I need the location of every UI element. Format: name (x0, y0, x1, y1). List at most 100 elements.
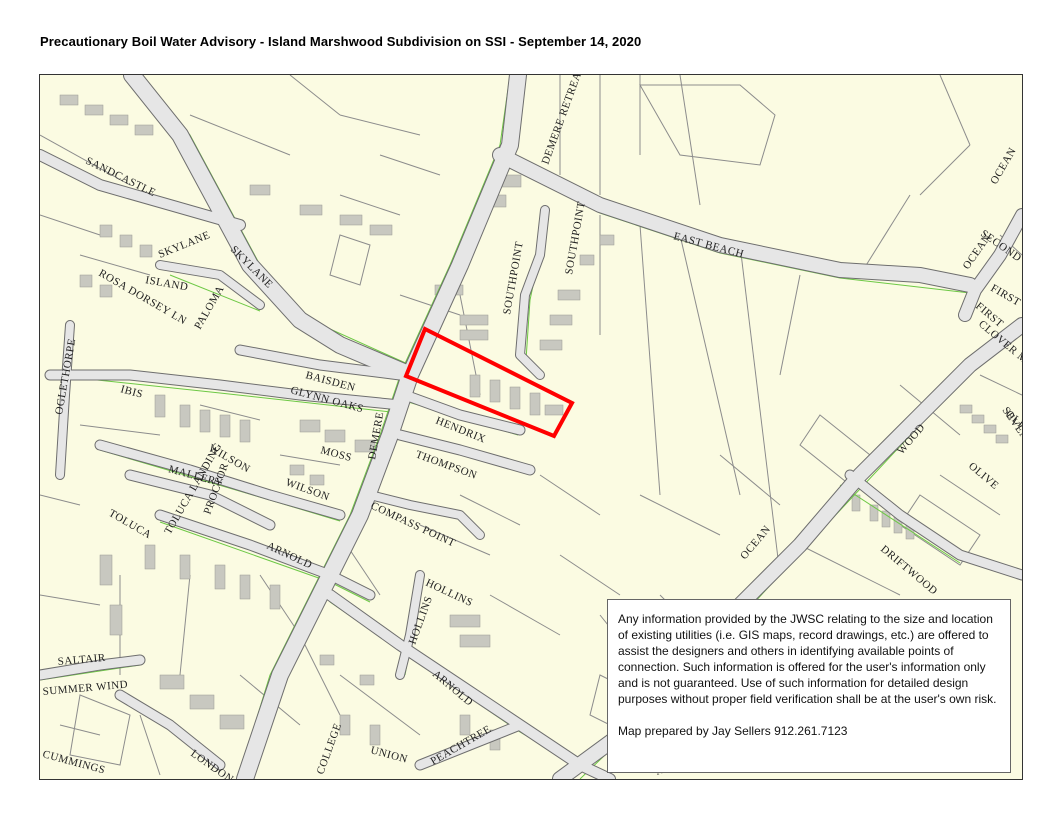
parcel (639, 84, 776, 166)
street-label: UNION (369, 744, 409, 765)
building (59, 94, 79, 106)
parcel-line (339, 114, 421, 136)
parcel-line (179, 574, 191, 676)
building (459, 634, 491, 648)
building (489, 379, 501, 403)
parcel-line (40, 494, 81, 506)
building (983, 424, 997, 434)
street-label: SEVENTH (1000, 405, 1022, 456)
parcel-line (679, 234, 741, 496)
building (299, 204, 323, 216)
building (99, 284, 113, 298)
building (109, 114, 129, 126)
parcel-line (859, 194, 911, 276)
street-label: SKYLANE (157, 229, 212, 261)
water-main (839, 484, 961, 564)
building (324, 429, 346, 443)
building (459, 314, 489, 326)
road-driftwood (845, 470, 1022, 580)
building (289, 464, 305, 476)
street-label: FIRST (989, 282, 1023, 309)
parcel-line (559, 554, 621, 596)
building (99, 554, 113, 586)
road-skylane-main (124, 75, 414, 381)
parcel-line (79, 424, 161, 436)
building (449, 614, 481, 628)
building (579, 254, 595, 266)
parcel-line (59, 724, 101, 736)
building (359, 674, 375, 686)
building (369, 724, 381, 746)
disclaimer-text: Any information provided by the JWSC rel… (618, 612, 997, 706)
building (219, 714, 245, 730)
building (144, 544, 156, 570)
street-label: MOSS (319, 444, 353, 464)
parcel-line (979, 374, 1022, 396)
building (119, 234, 133, 248)
building (539, 339, 563, 351)
parcel-line (339, 194, 401, 216)
street-label: COLLEGE (315, 722, 345, 776)
building (139, 244, 153, 258)
building (179, 404, 191, 428)
parcel-line (739, 244, 781, 576)
building (134, 124, 154, 136)
building (239, 574, 251, 600)
building (84, 104, 104, 116)
street-label: ISLAND (144, 274, 189, 293)
map-title: Precautionary Boil Water Advisory - Isla… (40, 34, 642, 49)
parcel-line (639, 224, 661, 496)
parcel-line (919, 144, 971, 196)
building (154, 394, 166, 418)
parcel-line (40, 214, 101, 236)
street-label: ROSA DORSEY LN (97, 267, 189, 327)
building (339, 214, 363, 226)
parcel-line (299, 634, 341, 716)
building (219, 414, 231, 438)
building (179, 554, 191, 580)
building (269, 584, 281, 610)
parcel-line (189, 114, 291, 156)
street-label: OCEAN (738, 523, 773, 562)
street-label: OCEAN (988, 146, 1019, 187)
street-label: IBIS (119, 383, 144, 400)
street-label: CUMMINGS (41, 748, 106, 776)
building (109, 604, 123, 636)
parcel (329, 234, 371, 286)
street-label: TOLUCA (107, 507, 154, 541)
parcel-line (539, 474, 601, 516)
building (459, 714, 471, 736)
parcel-line (939, 75, 971, 146)
parcel-line (719, 454, 781, 506)
street-label: DEMERE RETREAT (540, 75, 587, 166)
street-label: OLIVE (966, 460, 1001, 492)
building (509, 386, 521, 410)
parcel-line (289, 75, 341, 116)
building (99, 224, 113, 238)
building (599, 234, 615, 246)
building (995, 434, 1009, 444)
building (199, 409, 211, 433)
building (239, 419, 251, 443)
building (469, 374, 481, 398)
parcel-line (639, 494, 721, 536)
building (309, 474, 325, 486)
parcel-line (779, 274, 801, 376)
building (557, 289, 581, 301)
building (549, 314, 573, 326)
building (299, 419, 321, 433)
disclaimer-box: Any information provided by the JWSC rel… (607, 599, 1011, 773)
building (459, 329, 489, 341)
building (971, 414, 985, 424)
building (249, 184, 271, 196)
building (544, 404, 564, 416)
parcel-line (79, 254, 151, 276)
building (159, 674, 185, 690)
street-label: DRIFTWOOD (878, 543, 940, 598)
building (214, 564, 226, 590)
building (529, 392, 541, 416)
building (319, 654, 335, 666)
map-credit: Map prepared by Jay Sellers 912.261.7123 (618, 724, 848, 738)
parcel-line (679, 75, 701, 206)
building (189, 694, 215, 710)
